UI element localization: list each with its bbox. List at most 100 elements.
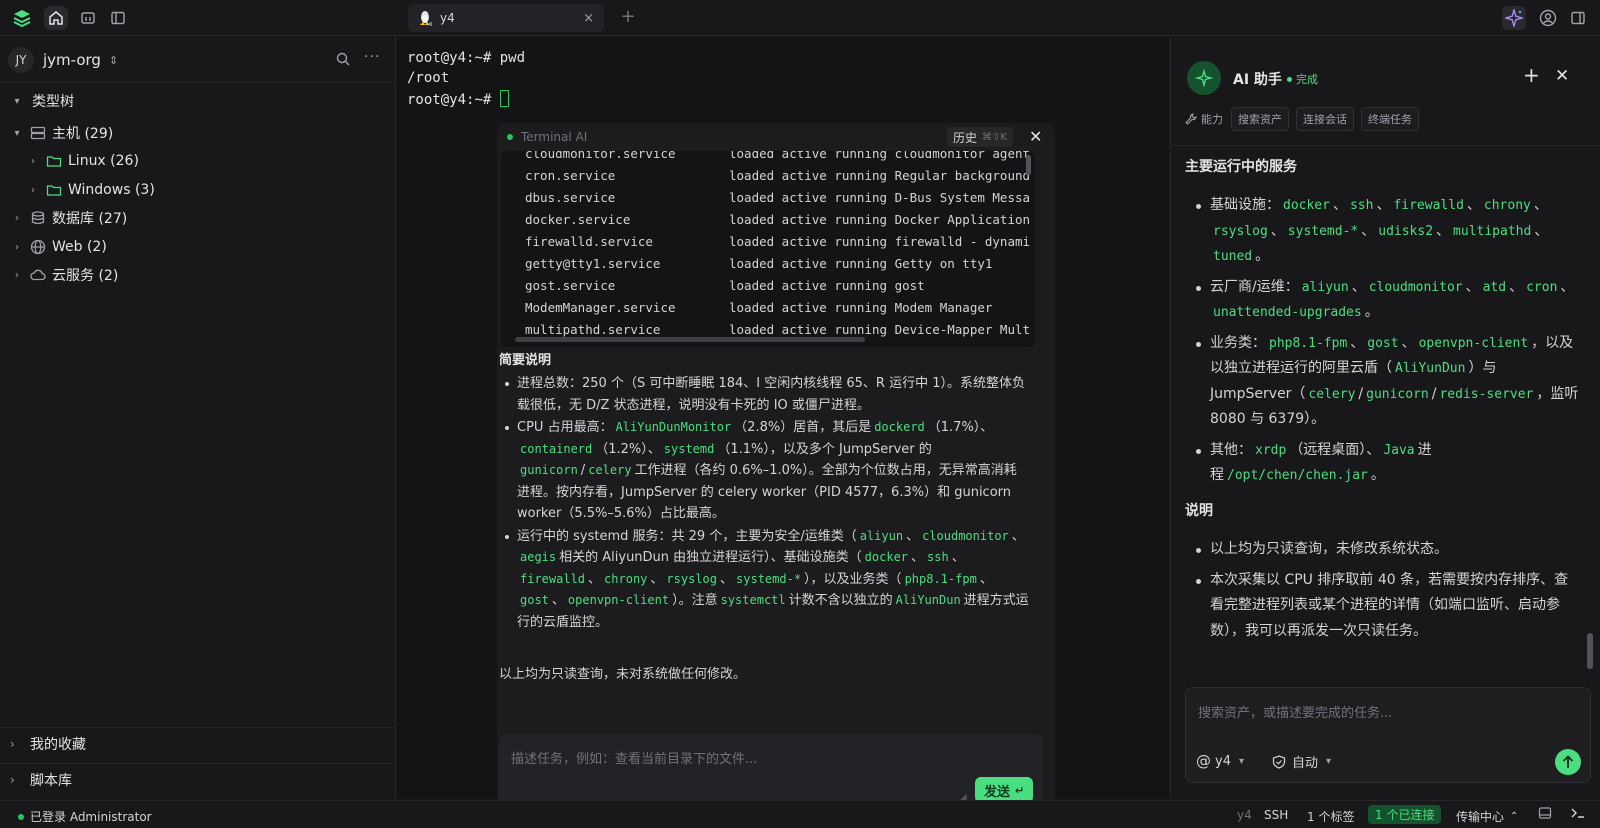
horizontal-scrollbar[interactable]: [515, 337, 865, 342]
status-text: 完成: [1296, 73, 1318, 86]
chip-connect-session[interactable]: 连接会话: [1296, 107, 1354, 131]
code: systemd-*: [1287, 223, 1359, 239]
terminal-prompt: root@y4:~#: [407, 90, 509, 108]
service-desc: loaded active running Getty on tty1: [729, 256, 993, 271]
code: containerd: [520, 441, 593, 456]
terminal-icon[interactable]: [1570, 806, 1586, 820]
org-name: jym-org: [43, 51, 101, 69]
chip-terminal-task[interactable]: 终端任务: [1361, 107, 1419, 131]
vertical-scrollbar[interactable]: [1587, 633, 1593, 669]
text: 。: [1364, 304, 1379, 320]
text: 。: [1370, 467, 1385, 483]
code: multipathd: [1453, 223, 1532, 239]
globe-icon: [30, 239, 46, 255]
ai-assistant-panel: AI 助手 完成 + ✕ 能力 搜索资产 连接会话 终端任务 主要运行中的服务 …: [1170, 37, 1600, 799]
scripts-section[interactable]: › 脚本库: [10, 767, 72, 793]
tree-item-web[interactable]: › Web (2): [10, 234, 107, 260]
tree-header[interactable]: ▾ 类型树: [10, 88, 74, 114]
mode-selector[interactable]: 自动 ▾: [1272, 752, 1331, 771]
folder-transfer-icon[interactable]: [76, 6, 100, 30]
tree-item-linux[interactable]: › Linux (26): [26, 148, 139, 174]
terminal[interactable]: root@y4:~# pwd /root root@y4:~# Terminal…: [397, 37, 1169, 813]
service-desc: loaded active running D-Bus System Messa: [729, 190, 1031, 205]
section-heading: 说明: [1185, 503, 1213, 519]
new-chat-button[interactable]: +: [1523, 65, 1540, 85]
list-item: 本次采集以 CPU 排序取前 40 条，若需要按内存排序、查看完整进程列表或某个…: [1185, 568, 1581, 645]
status-dot-icon: [1287, 76, 1292, 82]
favorites-label: 我的收藏: [30, 737, 86, 753]
tree-item-hosts[interactable]: ▾ 主机 (29): [10, 120, 113, 146]
sidebar-toggle-icon[interactable]: [106, 6, 130, 30]
service-desc: loaded active running Device-Mapper Mult: [729, 322, 1031, 337]
code: php8.1-fpm: [904, 571, 977, 586]
chevron-down-icon: ▾: [14, 127, 20, 139]
ai-sparkle-icon[interactable]: [1502, 6, 1526, 30]
summary-heading: 简要说明: [499, 353, 552, 368]
tree-item-label: Web (2): [52, 239, 107, 255]
panel-icon[interactable]: [1538, 806, 1552, 820]
tab-close-icon[interactable]: ×: [583, 11, 594, 26]
service-name: getty@tty1.service: [525, 256, 661, 271]
task-input[interactable]: 描述任务，例如：查看当前目录下的文件... ◢ 发送 ↵: [499, 734, 1043, 810]
text: 、: [1011, 528, 1025, 544]
tab-y4[interactable]: y4 ×: [408, 4, 604, 32]
submit-button[interactable]: [1555, 749, 1581, 775]
favorites-section[interactable]: › 我的收藏: [10, 731, 86, 757]
text: 、: [951, 550, 965, 565]
service-row: cloudmonitor.service loaded active runnin…: [525, 151, 1030, 161]
list-item: 以上均为只读查询，未修改系统状态。: [1185, 537, 1581, 563]
account-icon[interactable]: [1536, 6, 1560, 30]
list-item: 基础设施： docker、 ssh、 firewalld、 chrony 、rsyslog…: [1185, 193, 1581, 270]
service-output[interactable]: cloudmonitor.service loaded active runnin…: [501, 151, 1035, 347]
vertical-scrollbar[interactable]: [1026, 155, 1031, 175]
close-icon[interactable]: ✕: [1555, 66, 1569, 86]
tab-title: y4: [440, 11, 455, 25]
code: gunicorn: [520, 463, 578, 477]
code: cloudmonitor: [922, 528, 1009, 543]
chevron-right-icon: ›: [31, 155, 35, 167]
search-icon[interactable]: [336, 52, 350, 66]
new-tab-button[interactable]: +: [618, 8, 638, 28]
home-icon[interactable]: [44, 6, 68, 30]
history-button[interactable]: 历史 ⌘⇧K: [947, 127, 1013, 147]
connection-count-badge[interactable]: 1 个已连接: [1368, 805, 1442, 824]
org-switcher[interactable]: JY jym-org ⇕: [8, 47, 118, 73]
service-row: gost.service loaded active running gost: [525, 278, 925, 293]
terminal-cursor: [499, 90, 509, 107]
terminal-ai-title: Terminal AI: [507, 130, 587, 144]
service-desc: loaded active running Regular background: [729, 168, 1031, 183]
code: celery: [1308, 386, 1356, 402]
service-row: ModemManager.service loaded active runnin…: [525, 300, 992, 315]
code: chrony: [604, 571, 648, 586]
tree-item-databases[interactable]: › 数据库 (27): [10, 205, 127, 231]
target-host-selector[interactable]: @ y4 ▾: [1196, 752, 1244, 770]
chip-search-assets[interactable]: 搜索资产: [1231, 107, 1289, 131]
close-icon[interactable]: ✕: [1029, 127, 1042, 146]
assistant-input[interactable]: 搜索资产，或描述要完成的任务... @ y4 ▾ 自动 ▾: [1185, 687, 1591, 783]
text: 、: [906, 528, 920, 544]
code: chrony: [1483, 198, 1531, 213]
service-row: docker.service loaded active running Dock…: [525, 212, 1030, 227]
notes-list: 以上均为只读查询，未修改系统状态。 本次采集以 CPU 排序取前 40 条，若需…: [1185, 537, 1581, 649]
tree-item-cloud[interactable]: › 云服务 (2): [10, 262, 118, 288]
tree-item-windows[interactable]: › Windows (3): [26, 177, 155, 203]
tree-item-label: Linux (26): [68, 153, 139, 169]
right-panel-toggle-icon[interactable]: [1566, 6, 1590, 30]
service-row: getty@tty1.service loaded active running …: [525, 256, 992, 271]
folder-icon: [46, 153, 62, 169]
service-name: gost.service: [525, 278, 616, 293]
list-item: 业务类： php8.1-fpm、 gost、 openvpn-client ，以及以独立…: [1185, 331, 1581, 433]
more-icon[interactable]: ···: [364, 49, 380, 65]
service-desc: loaded active running firewalld - dynami: [729, 234, 1031, 249]
text: （1.1%），以及多个 JumpServer 的: [717, 441, 932, 457]
code: rsyslog: [666, 571, 717, 586]
text: 、: [588, 571, 602, 587]
transfer-center[interactable]: 传输中心 ⌃: [1456, 808, 1518, 825]
wrench-icon: [1185, 113, 1197, 125]
login-text: 已登录 Administrator: [30, 810, 152, 824]
database-icon: [30, 210, 46, 226]
assistant-input-placeholder: 搜索资产，或描述要完成的任务...: [1198, 706, 1393, 721]
service-row: dbus.service loaded active running D-Bus …: [525, 190, 1030, 205]
code: firewalld: [1393, 198, 1464, 213]
service-name: firewalld.service: [525, 234, 653, 249]
